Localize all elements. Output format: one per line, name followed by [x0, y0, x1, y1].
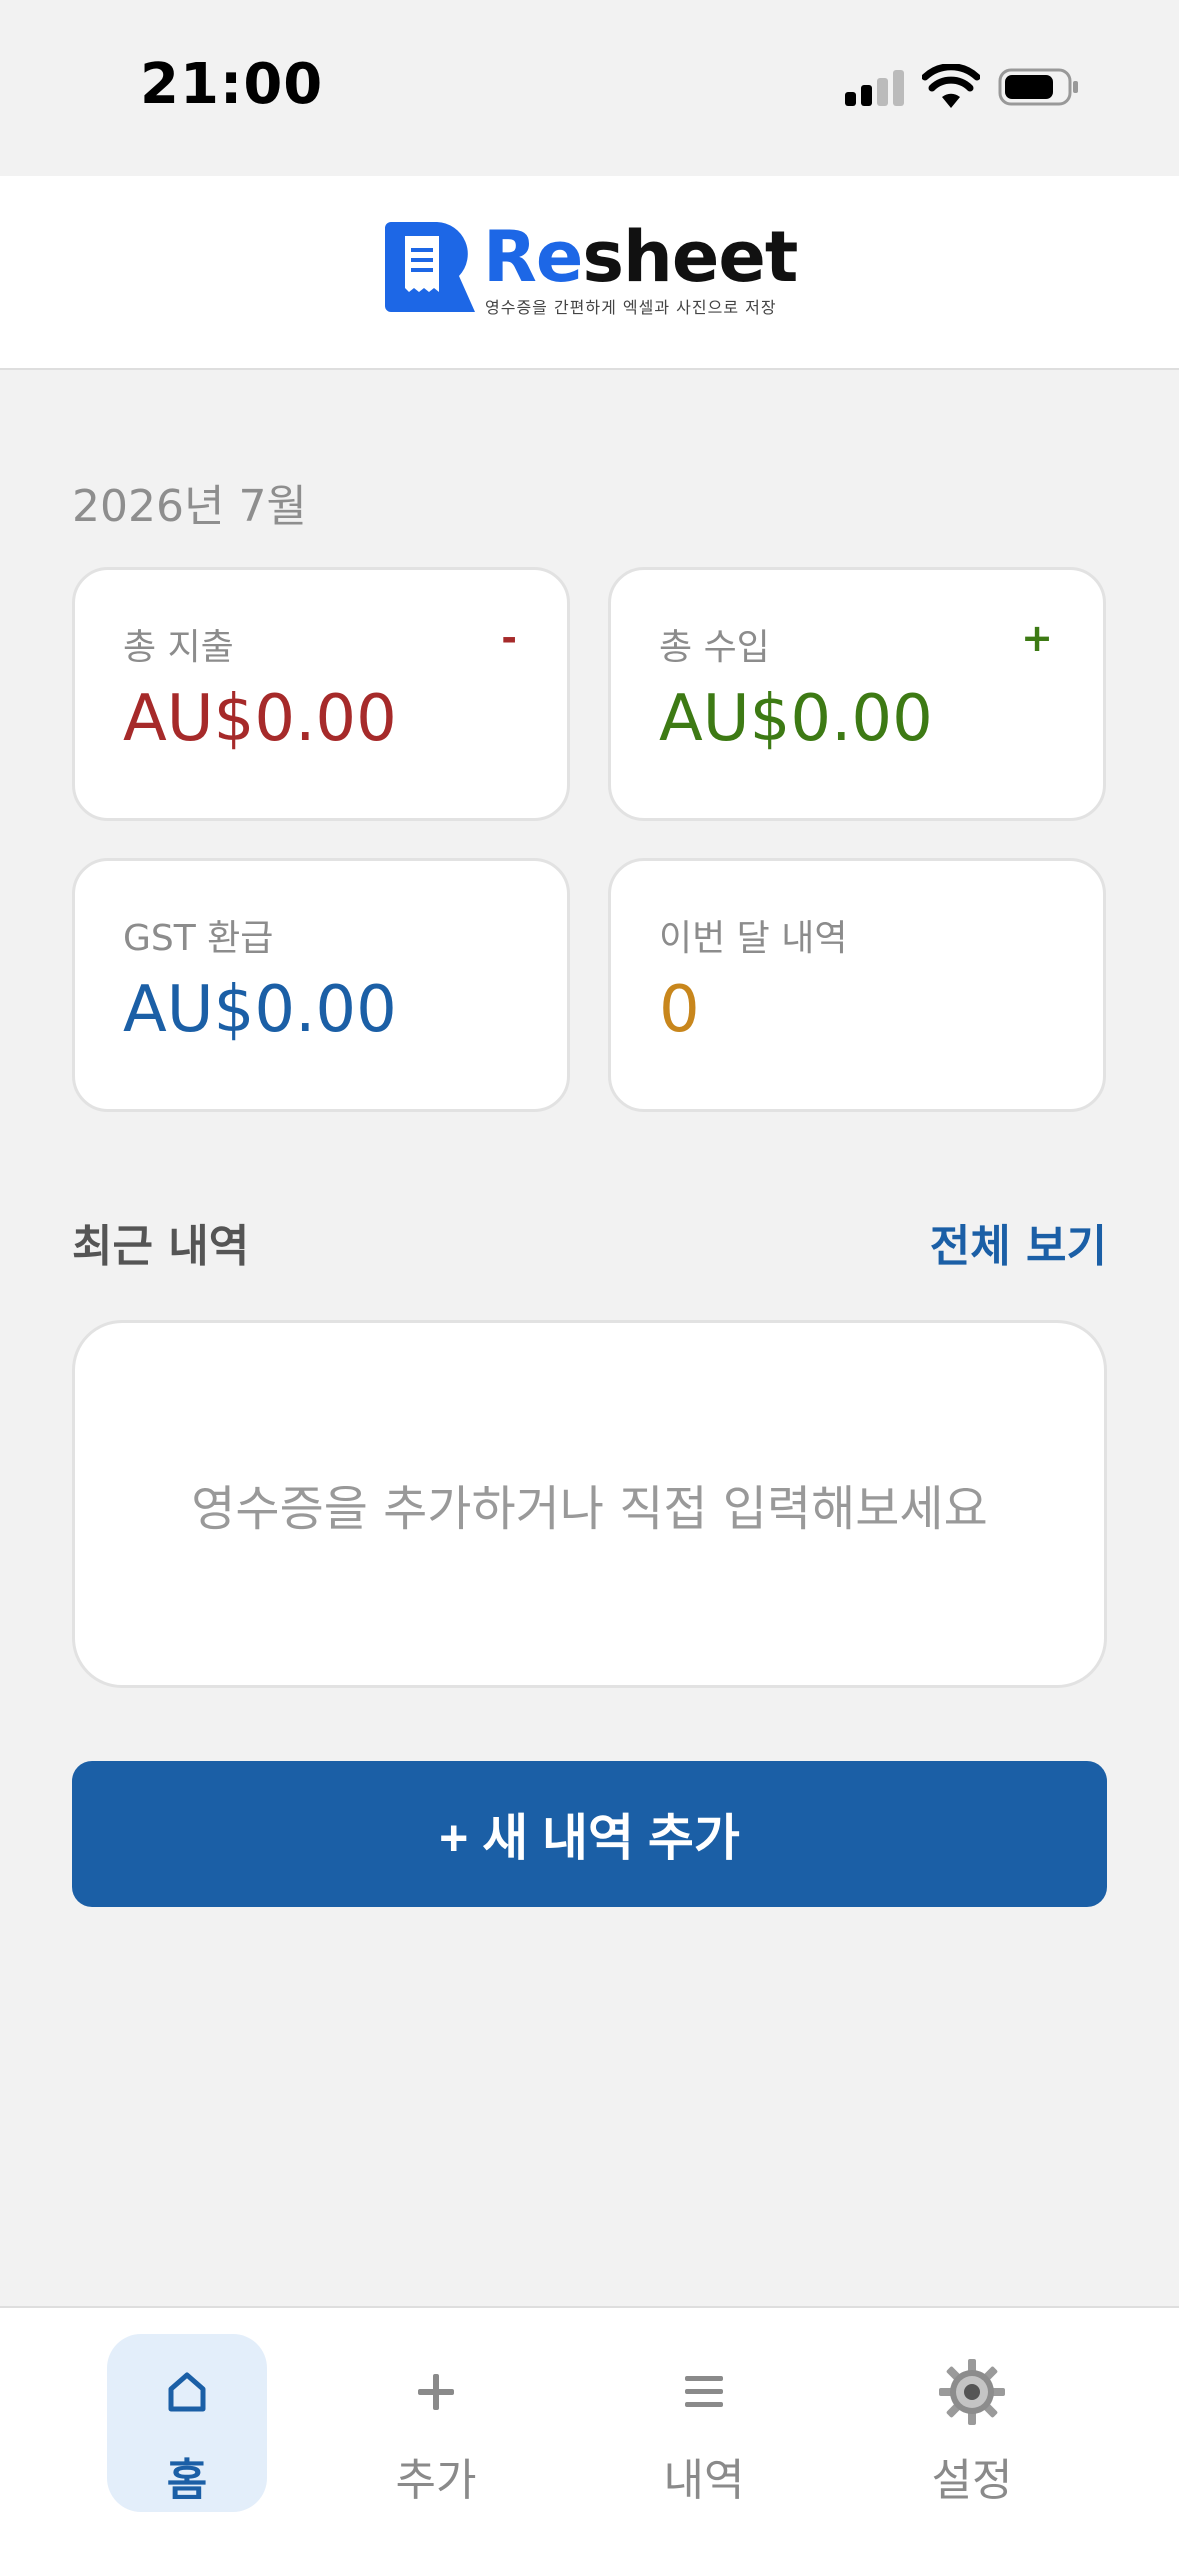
screen: 21:00 Resheet 영수증을 간편하게 엑셀과 사진으로 저장 2026…: [0, 0, 1179, 2556]
tab-label: 추가: [395, 2455, 477, 2506]
view-all-link[interactable]: 전체 보기: [930, 1210, 1107, 1274]
status-time: 21:00: [140, 52, 324, 117]
app-wordmark: Resheet: [483, 216, 798, 298]
total-income-value: AU$0.00: [659, 682, 933, 756]
tab-label: 내역: [663, 2455, 745, 2506]
empty-state-message: 영수증을 추가하거나 직접 입력해보세요: [191, 1481, 988, 1537]
receipt-logo-icon: [385, 222, 475, 312]
app-header: Resheet 영수증을 간편하게 엑셀과 사진으로 저장: [0, 176, 1179, 370]
card-label: GST 환급: [123, 918, 274, 959]
list-icon: [624, 2362, 784, 2422]
battery-icon: [998, 68, 1078, 106]
tab-label: 설정: [931, 2455, 1013, 2506]
gear-icon: [892, 2359, 1052, 2425]
total-income-card: 총 수입 + AU$0.00: [608, 567, 1106, 821]
status-bar: 21:00: [0, 0, 1179, 176]
tab-settings[interactable]: 설정: [892, 2334, 1052, 2512]
gst-refund-value: AU$0.00: [123, 973, 397, 1047]
total-expense-card: 총 지출 - AU$0.00: [72, 567, 570, 821]
gst-refund-card: GST 환급 AU$0.00: [72, 858, 570, 1112]
wifi-icon: [922, 64, 980, 108]
card-label: 이번 달 내역: [659, 918, 848, 959]
plus-sign: +: [1021, 616, 1053, 660]
app-tagline: 영수증을 간편하게 엑셀과 사진으로 저장: [485, 298, 777, 317]
month-label: 2026년 7월: [72, 481, 307, 532]
card-label: 총 수입: [659, 627, 770, 668]
wordmark-suffix: sheet: [582, 216, 798, 298]
wordmark-prefix: Re: [483, 216, 583, 298]
monthly-count-value: 0: [659, 973, 700, 1047]
card-label: 총 지출: [123, 627, 234, 668]
recent-section-title: 최근 내역: [72, 1221, 250, 1272]
recent-empty-state: 영수증을 추가하거나 직접 입력해보세요: [72, 1320, 1107, 1688]
tab-history[interactable]: 내역: [624, 2334, 784, 2512]
home-icon: [107, 2362, 267, 2422]
tab-add[interactable]: 추가: [356, 2334, 516, 2512]
tab-label: 홈: [166, 2455, 208, 2506]
minus-sign: -: [501, 616, 517, 660]
monthly-count-card: 이번 달 내역 0: [608, 858, 1106, 1112]
tab-home[interactable]: 홈: [107, 2334, 267, 2512]
plus-icon: [356, 2362, 516, 2422]
app-logo: Resheet 영수증을 간편하게 엑셀과 사진으로 저장: [385, 216, 805, 322]
bottom-tab-bar: 홈 추가 내역 설정: [0, 2306, 1179, 2556]
cellular-signal-icon: [845, 70, 907, 106]
add-entry-button[interactable]: + 새 내역 추가: [72, 1761, 1107, 1907]
total-expense-value: AU$0.00: [123, 682, 397, 756]
